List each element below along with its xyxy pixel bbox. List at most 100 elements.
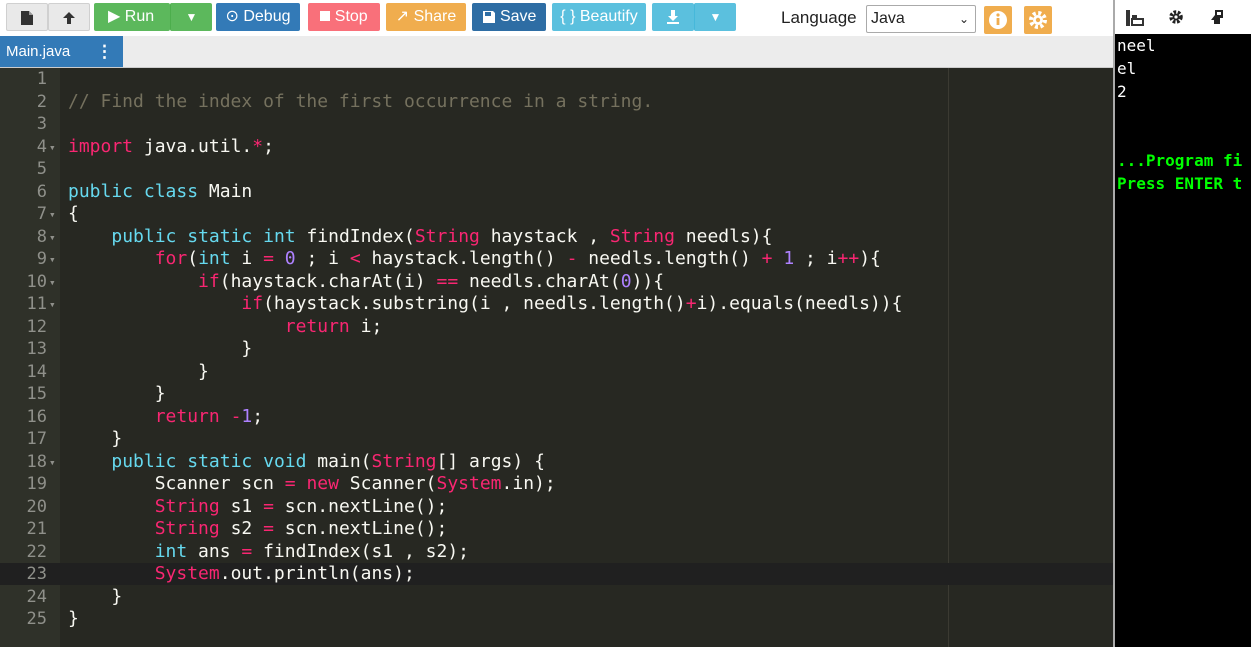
play-icon: ▶ [108,8,121,25]
code-text: System.out.println(ans); [154,563,415,584]
code-text: } [68,608,79,629]
code-text: String s2 = scn.nextLine(); [154,518,448,539]
language-label: Language [781,8,857,27]
code-line[interactable]: 19 Scanner scn = new Scanner(System.in); [0,473,1113,495]
code-line[interactable]: 9 ▾ for(int i = 0 ; i < haystack.length()… [0,248,1113,270]
code-line[interactable]: 24 } [0,586,1113,608]
code-line[interactable]: 13 } [0,338,1113,360]
code-line[interactable]: 5 [0,158,1113,180]
code-line[interactable]: 16 return -1; [0,406,1113,428]
line-number: 16 [26,406,47,427]
line-number: 4 [36,136,47,157]
console-line: neel [1117,36,1156,55]
line-number: 3 [36,114,47,134]
fold-arrow-icon[interactable]: ▾ [49,227,56,249]
share-label: Share [413,8,457,25]
console-toolbar [1115,0,1251,34]
console-line: el [1117,59,1137,78]
line-number: 8 [36,226,47,247]
stop-button[interactable]: Stop [308,3,380,31]
caret-down-icon: ▼ [709,10,722,24]
code-line[interactable]: 3 [0,113,1113,135]
line-number: 14 [26,361,47,382]
settings-button[interactable] [1024,6,1052,34]
line-number: 25 [26,609,47,629]
toolbar: ▶ Run ▼ ⊙ Debug Stop ↗ Share Save { } Be… [0,0,1113,36]
code-text: } [68,360,209,382]
language-value: Java [871,10,905,27]
file-icon [21,10,33,25]
fold-arrow-icon[interactable]: ▾ [49,204,56,226]
tab-main-java[interactable]: Main.java ⋮ [0,36,123,67]
line-number: 21 [26,519,47,539]
code-line[interactable]: 14 } [0,361,1113,383]
run-options-dropdown[interactable]: ▼ [170,3,212,31]
code-line[interactable]: 22 int ans = findIndex(s1 , s2); [0,541,1113,563]
code-text: if(haystack.charAt(i) == needls.charAt(0… [198,270,665,292]
code-line[interactable]: 17 } [0,428,1113,450]
fold-arrow-icon[interactable]: ▾ [49,294,56,316]
line-number: 1 [36,69,47,89]
code-text: import java.util.*; [68,135,274,157]
code-text: { [68,203,79,224]
code-line[interactable]: 7 ▾ { [0,203,1113,225]
debug-button[interactable]: ⊙ Debug [216,3,300,31]
code-line[interactable]: 4 ▾ import java.util.*; [0,136,1113,158]
code-text: String s1 = scn.nextLine(); [154,495,448,517]
output-console[interactable]: neel el 2 ...Program fi Press ENTER t [1113,0,1251,647]
console-output: neel el 2 ...Program fi Press ENTER t [1117,34,1251,647]
code-line[interactable]: 12 return i; [0,316,1113,338]
code-line[interactable]: 1 [0,68,1113,90]
code-text: if(haystack.substring(i , needls.length(… [241,293,903,314]
code-line[interactable]: 8 ▾ public static int findIndex(String ha… [0,226,1113,248]
code-line[interactable]: 23 System.out.println(ans); [0,563,1113,585]
code-text: } [68,585,123,607]
code-text: // Find the index of the first occurrenc… [68,90,654,112]
code-line[interactable]: 2 // Find the index of the first occurren… [0,91,1113,113]
fold-arrow-icon[interactable]: ▾ [49,249,56,271]
save-button[interactable]: Save [472,3,546,31]
console-line: ...Program fi [1117,151,1243,170]
share-button[interactable]: ↗ Share [386,3,466,31]
download-options-dropdown[interactable]: ▼ [694,3,736,31]
code-text: for(int i = 0 ; i < haystack.length() - … [154,248,881,269]
fold-arrow-icon[interactable]: ▾ [49,272,56,294]
code-editor[interactable]: 1 2 // Find the index of the first occurre… [0,68,1113,647]
chevron-down-icon: ⌄ [958,12,969,26]
upload-button[interactable] [48,3,90,31]
code-line[interactable]: 15 } [0,383,1113,405]
console-layout-icon[interactable] [1125,9,1145,27]
code-line[interactable]: 6 public class Main [0,181,1113,203]
code-line[interactable]: 18 ▾ public static void main(String[] arg… [0,451,1113,473]
console-clear-icon[interactable] [1207,8,1227,26]
floppy-disk-icon [482,10,495,23]
code-text: } [68,428,123,449]
beautify-label: { } Beautify [560,8,638,25]
new-file-button[interactable] [6,3,48,31]
code-text: } [68,338,253,359]
line-number: 5 [36,159,47,179]
gear-icon [1029,11,1047,29]
save-label: Save [499,8,537,25]
download-button[interactable] [652,3,694,31]
run-button[interactable]: ▶ Run [94,3,170,31]
line-number: 9 [36,249,47,269]
caret-down-icon: ▼ [185,10,198,24]
fold-arrow-icon[interactable]: ▾ [49,137,56,159]
line-number: 13 [26,339,47,359]
code-line[interactable]: 20 String s1 = scn.nextLine(); [0,496,1113,518]
code-text: Scanner scn = new Scanner(System.in); [68,473,556,494]
fold-arrow-icon[interactable]: ▾ [49,452,56,474]
beautify-button[interactable]: { } Beautify [552,3,646,31]
language-select[interactable]: Java ⌄ [866,5,976,33]
tab-label: Main.java [6,43,71,60]
vertical-dots-menu-icon[interactable]: ⋮ [96,36,113,67]
info-button[interactable] [984,6,1012,34]
run-label: Run [124,8,155,25]
code-line[interactable]: 10 ▾ if(haystack.charAt(i) == needls.char… [0,271,1113,293]
code-line[interactable]: 21 String s2 = scn.nextLine(); [0,518,1113,540]
console-gear-icon[interactable] [1167,8,1185,26]
code-line[interactable]: 11 ▾ if(haystack.substring(i , needls.len… [0,293,1113,315]
code-line[interactable]: 25} [0,608,1113,630]
